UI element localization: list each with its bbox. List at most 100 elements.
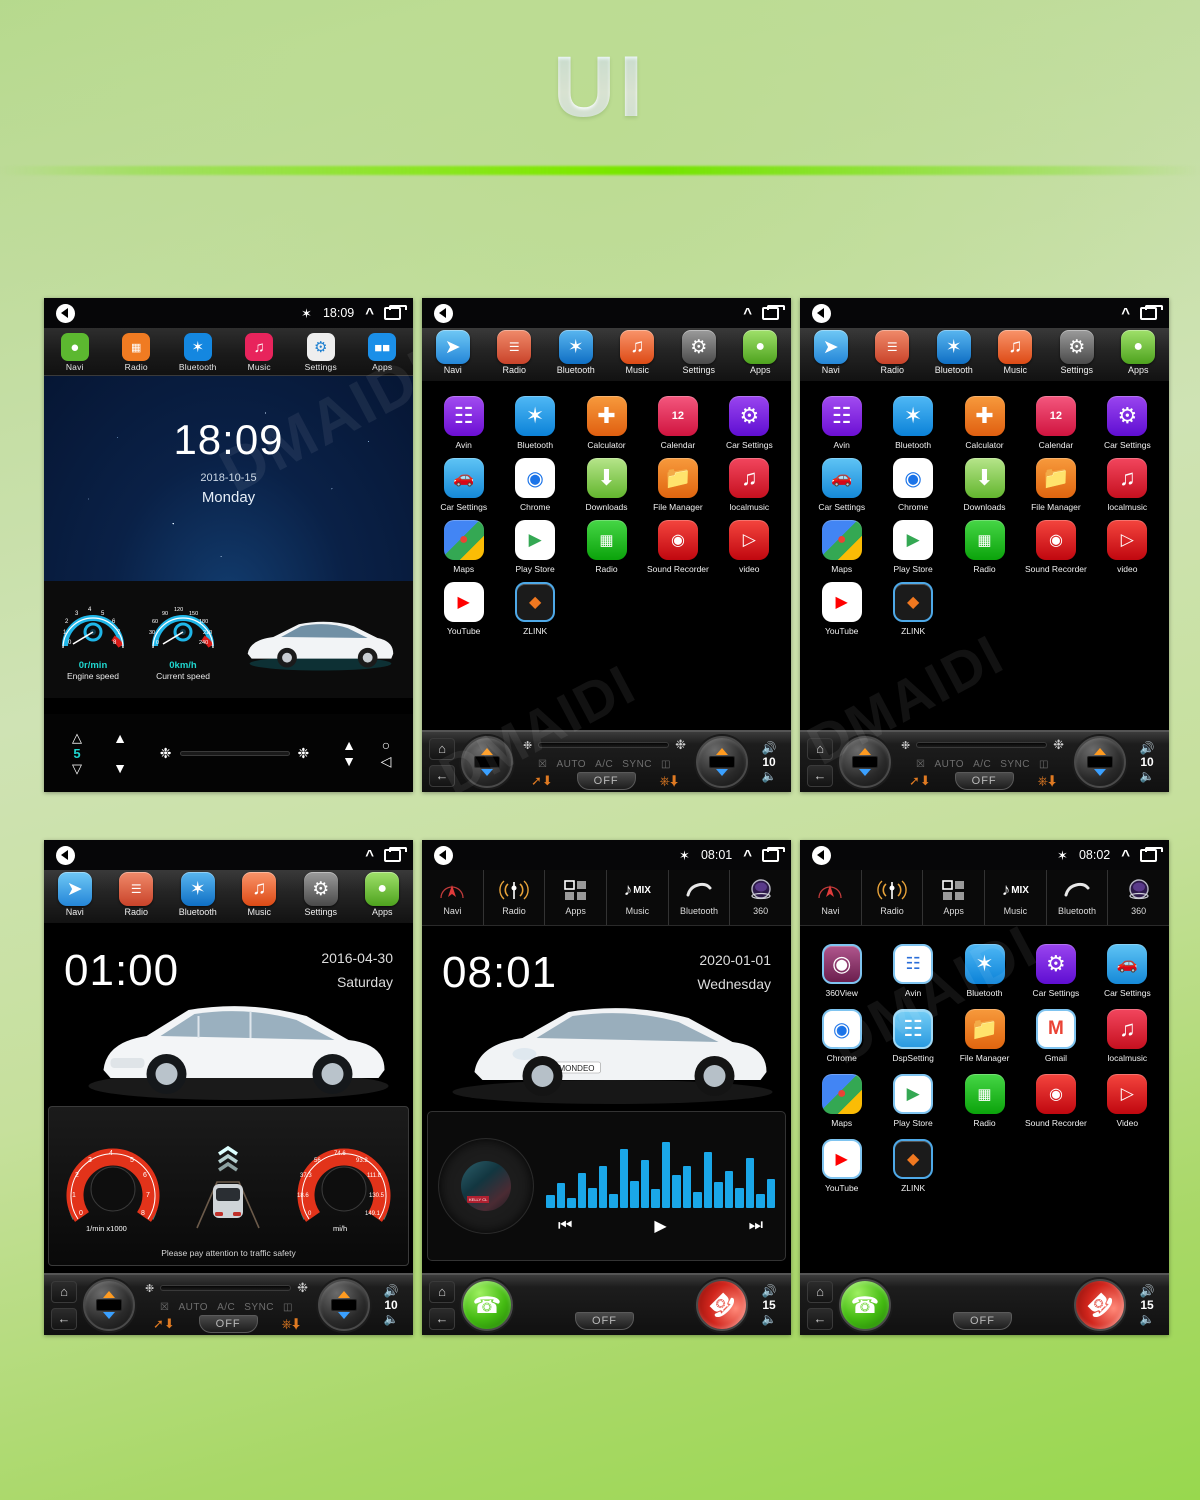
app-calculator[interactable]: ✚ Calculator: [949, 396, 1020, 450]
fan-stepper-left[interactable]: ▲ ▼: [100, 723, 140, 783]
app-youtube[interactable]: ▶ YouTube: [428, 582, 499, 636]
app-avin[interactable]: ☷ Avin: [806, 396, 877, 450]
home-icon[interactable]: ⌂: [51, 1280, 77, 1303]
app-radio[interactable]: ▦ Radio: [949, 1074, 1020, 1128]
screen-home-starfield[interactable]: ✶ 18:09 ^ ● Navi ▦ Radio ✶ Bluetooth ♫ M…: [44, 298, 413, 792]
temp-stepper-left[interactable]: △ 5 ▽: [54, 730, 100, 777]
app-avin[interactable]: ☷ Avin: [428, 396, 499, 450]
dock-item-apps[interactable]: Apps: [923, 870, 986, 925]
back-arrow-icon[interactable]: ←: [429, 764, 455, 787]
play-icon[interactable]: ▶: [654, 1216, 666, 1236]
dock-item-radio[interactable]: ☰ Radio: [484, 328, 546, 375]
dock-item-radio[interactable]: ▦ Radio: [106, 331, 168, 372]
app-maps[interactable]: ● Maps: [428, 520, 499, 574]
back-icon[interactable]: [812, 845, 831, 865]
dock-item-apps[interactable]: Apps: [545, 870, 608, 925]
phone-hangup-icon[interactable]: ☎: [1063, 1268, 1137, 1335]
app-maps[interactable]: ● Maps: [806, 520, 877, 574]
nav-buttons[interactable]: ○ ◁: [369, 737, 403, 770]
dock-item-navi[interactable]: ➤ Navi: [422, 328, 484, 375]
auto-label[interactable]: AUTO: [178, 1302, 208, 1313]
back-arrow-icon[interactable]: ←: [807, 764, 833, 787]
fan-right-icon[interactable]: ❉: [675, 737, 686, 753]
app-sound-recorder[interactable]: ◉ Sound Recorder: [1020, 520, 1091, 574]
volume-knob-right[interactable]: [318, 1279, 370, 1331]
app-calendar[interactable]: 12 Calendar: [1020, 396, 1091, 450]
app-play-store[interactable]: ▶ Play Store: [877, 1074, 948, 1128]
app-maps[interactable]: ● Maps: [806, 1074, 877, 1128]
home-icon[interactable]: ⌂: [807, 737, 833, 760]
fan-slider[interactable]: [916, 742, 1048, 748]
dock-item-360[interactable]: 360: [730, 870, 791, 925]
dock-item-apps[interactable]: ● Apps: [1108, 328, 1170, 375]
back-arrow-icon[interactable]: ←: [807, 1307, 833, 1330]
triangle-down-icon[interactable]: ▼: [100, 753, 140, 783]
app-chrome[interactable]: ◉ Chrome: [877, 458, 948, 512]
app-localmusic[interactable]: ♫ localmusic: [1092, 458, 1163, 512]
sync-label[interactable]: SYNC: [244, 1302, 274, 1313]
fan-slider[interactable]: [179, 750, 290, 756]
dock-item-bluetooth[interactable]: ✶ Bluetooth: [167, 870, 229, 917]
fan-left-icon[interactable]: ❉: [160, 745, 172, 762]
phone-answer-icon[interactable]: ☎: [461, 1279, 513, 1331]
app-youtube[interactable]: ▶ YouTube: [806, 582, 877, 636]
volume-up-icon[interactable]: 🔊: [762, 742, 777, 754]
triangle-down-outline-icon[interactable]: ▽: [54, 761, 100, 777]
dock-item-navi[interactable]: ● Navi: [44, 331, 106, 372]
volume-knob-right[interactable]: [696, 736, 748, 788]
screen-home-buick[interactable]: ^ ➤ Navi ☰ Radio ✶ Bluetooth ♫ Music ⚙ Settin…: [44, 840, 413, 1335]
temp-knob-left[interactable]: [839, 736, 891, 788]
chevron-up-icon[interactable]: ^: [365, 847, 374, 864]
app-car-settings-2[interactable]: 🚗 Car Settings: [1092, 944, 1163, 998]
fan-slider[interactable]: [538, 742, 670, 748]
recents-icon[interactable]: [1140, 846, 1163, 862]
dock-item-radio[interactable]: Radio: [862, 870, 924, 925]
recents-icon[interactable]: [384, 304, 407, 320]
dock-item-apps[interactable]: ● Apps: [352, 870, 414, 917]
off-button[interactable]: OFF: [576, 772, 636, 790]
dock-item-music[interactable]: ♫ Music: [985, 328, 1047, 375]
dock-item-music[interactable]: ♫ Music: [607, 328, 669, 375]
app-radio[interactable]: ▦ Radio: [949, 520, 1020, 574]
dock-item-bluetooth[interactable]: ✶ Bluetooth: [923, 328, 985, 375]
off-button[interactable]: OFF: [954, 772, 1014, 790]
prev-track-icon[interactable]: ⏮: [558, 1217, 572, 1235]
fan-slider[interactable]: [160, 1285, 292, 1291]
dock-item-apps[interactable]: ■■ Apps: [352, 331, 414, 372]
ac-label[interactable]: A/C: [217, 1302, 235, 1313]
airflow-recirc-icon[interactable]: ⎈⬇: [1038, 773, 1056, 789]
chevron-up-icon[interactable]: ^: [1121, 305, 1130, 322]
airflow-recirc-icon[interactable]: ⎈⬇: [282, 1316, 300, 1332]
app-car-settings[interactable]: ⚙ Car Settings: [1020, 944, 1091, 998]
chevron-up-icon[interactable]: ^: [743, 305, 752, 322]
app-file-manager[interactable]: 📁 File Manager: [1020, 458, 1091, 512]
fan-left-icon[interactable]: ❉: [901, 739, 910, 752]
app-bluetooth[interactable]: ✶ Bluetooth: [499, 396, 570, 450]
app-car-settings[interactable]: ⚙ Car Settings: [1092, 396, 1163, 450]
recents-icon[interactable]: [384, 846, 407, 862]
dock-item-settings[interactable]: ⚙ Settings: [1046, 328, 1108, 375]
app-sound-recorder[interactable]: ◉ Sound Recorder: [1020, 1074, 1091, 1128]
airflow-body-icon[interactable]: ➚⬇: [153, 1316, 175, 1332]
app-bluetooth[interactable]: ✶ Bluetooth: [949, 944, 1020, 998]
dock-item-settings[interactable]: ⚙ Settings: [668, 328, 730, 375]
dock-item-settings[interactable]: ⚙ Settings: [290, 870, 352, 917]
home-icon[interactable]: ⌂: [429, 737, 455, 760]
dock-item-radio[interactable]: Radio: [484, 870, 546, 925]
app-gmail[interactable]: M Gmail: [1020, 1009, 1091, 1063]
recents-icon[interactable]: [762, 304, 785, 320]
temp-knob-left[interactable]: [83, 1279, 135, 1331]
back-icon[interactable]: [56, 303, 75, 323]
app-video[interactable]: ▷ Video: [1092, 1074, 1163, 1128]
off-button[interactable]: OFF: [575, 1312, 634, 1330]
app-bluetooth[interactable]: ✶ Bluetooth: [877, 396, 948, 450]
app-chrome[interactable]: ◉ Chrome: [499, 458, 570, 512]
back-arrow-icon[interactable]: ←: [51, 1307, 77, 1330]
app-zlink[interactable]: ◆ ZLINK: [877, 582, 948, 636]
volume-down-icon[interactable]: 🔈: [384, 1313, 399, 1325]
home-icon[interactable]: ⌂: [807, 1280, 833, 1303]
app-calculator[interactable]: ✚ Calculator: [571, 396, 642, 450]
triangle-left-icon[interactable]: ◁: [369, 753, 403, 770]
dock-item-apps[interactable]: ● Apps: [730, 328, 792, 375]
app-youtube[interactable]: ▶ YouTube: [806, 1139, 877, 1193]
